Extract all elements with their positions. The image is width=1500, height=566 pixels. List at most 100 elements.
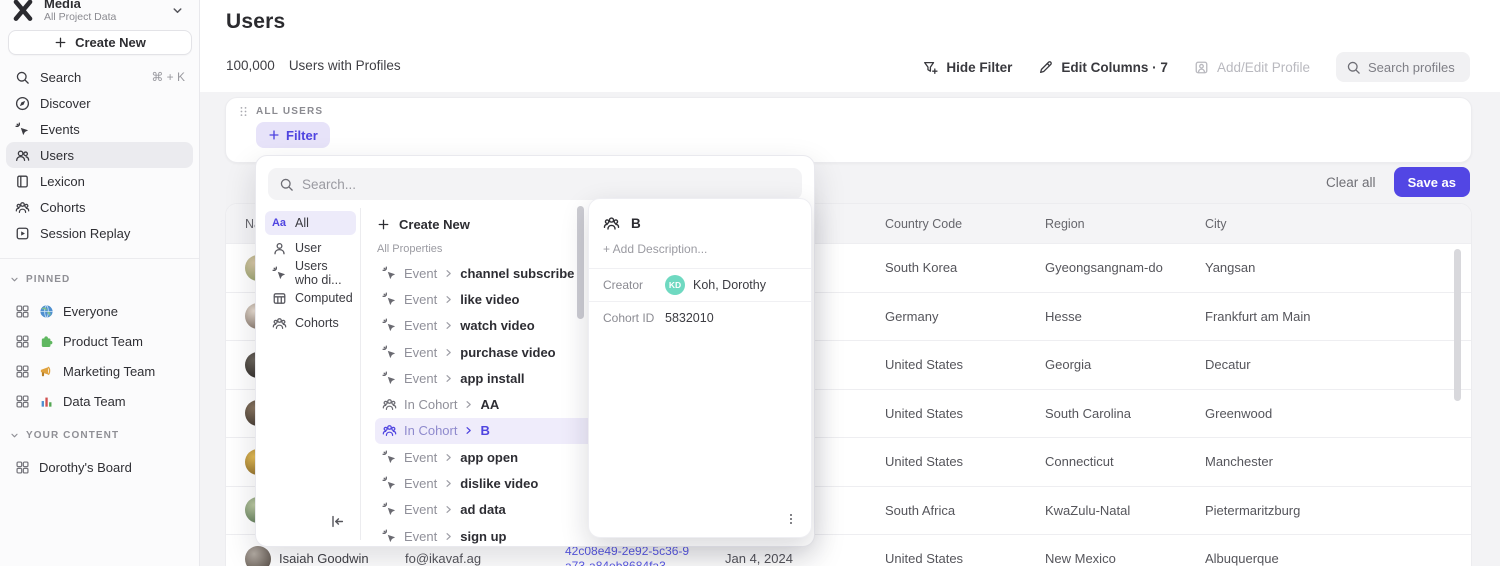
cohort-flyout-header: B: [589, 199, 811, 240]
column-header[interactable]: Country Code: [885, 217, 1045, 231]
globe-icon: [39, 304, 54, 319]
drag-handle-icon[interactable]: [237, 105, 250, 118]
project-info: Media All Project Data: [44, 0, 116, 23]
profiles-count-label: Users with Profiles: [289, 58, 401, 73]
edit-columns-button[interactable]: Edit Columns · 7: [1038, 60, 1168, 75]
sidebar-item-label: Session Replay: [40, 226, 130, 241]
cohort-title: B: [631, 216, 641, 231]
board-icon: [14, 364, 30, 379]
popup-search-box[interactable]: [268, 168, 802, 200]
popup-item-name: channel subscribe: [460, 266, 574, 281]
add-description-button[interactable]: + Add Description...: [589, 240, 811, 268]
more-options-icon[interactable]: [781, 509, 801, 529]
search-profiles-input[interactable]: [1368, 60, 1458, 75]
your-content-board-dorothy-s-board[interactable]: Dorothy's Board: [6, 452, 193, 482]
collapse-panel-icon[interactable]: [330, 514, 345, 529]
user-country: United States: [885, 406, 1045, 421]
profiles-count-row: 100,000 Users with Profiles: [226, 58, 401, 73]
chevron-right-icon: [464, 426, 473, 435]
sidebar-item-discover[interactable]: Discover: [6, 90, 193, 116]
chevron-right-icon: [444, 295, 453, 304]
cohort-icon: [382, 423, 397, 438]
popup-category-label: User: [295, 241, 321, 255]
keyboard-shortcut: ⌘ + K: [151, 70, 185, 84]
chevron-right-icon: [444, 479, 453, 488]
creator-avatar: KD: [665, 275, 685, 295]
pinned-board-label: Data Team: [63, 394, 126, 409]
chevron-down-icon: [10, 431, 19, 440]
pinned-board-everyone[interactable]: Everyone: [6, 296, 193, 326]
sidebar: Media All Project Data Create New Search…: [0, 0, 200, 566]
popup-category-users-who-di[interactable]: Users who di...: [265, 261, 356, 285]
pinned-board-product-team[interactable]: Product Team: [6, 326, 193, 356]
compass-icon: [14, 96, 30, 111]
popup-item-prefix: In Cohort: [404, 423, 457, 438]
sidebar-item-users[interactable]: Users: [6, 142, 193, 168]
user-city: Greenwood: [1205, 406, 1471, 421]
add-edit-profile-button[interactable]: Add/Edit Profile: [1194, 60, 1310, 75]
pinned-board-marketing-team[interactable]: Marketing Team: [6, 356, 193, 386]
pinned-section-label: PINNED: [26, 274, 70, 285]
popup-category-cohorts[interactable]: Cohorts: [265, 311, 356, 335]
board-icon: [14, 304, 30, 319]
board-icon: [14, 394, 30, 409]
replay-icon: [14, 226, 30, 241]
user-country: South Korea: [885, 260, 1045, 275]
popup-item-name: AA: [480, 397, 499, 412]
creator-name: Koh, Dorothy: [693, 278, 766, 292]
popup-scrollbar[interactable]: [577, 206, 584, 319]
project-switcher[interactable]: Media All Project Data: [6, 0, 193, 28]
header-actions: Hide Filter Edit Columns · 7 Add/Edit Pr…: [923, 52, 1470, 82]
search-icon: [279, 177, 294, 192]
column-header[interactable]: Region: [1045, 217, 1205, 231]
hide-filter-button[interactable]: Hide Filter: [923, 60, 1012, 75]
add-filter-button[interactable]: Filter: [256, 122, 330, 148]
popup-category-label: Computed: [295, 291, 353, 305]
chevron-right-icon: [444, 269, 453, 278]
user-region: South Carolina: [1045, 406, 1205, 421]
popup-search-input[interactable]: [302, 177, 791, 192]
add-edit-profile-label: Add/Edit Profile: [1217, 60, 1310, 75]
create-new-button[interactable]: Create New: [8, 30, 192, 55]
event-icon: [382, 371, 397, 386]
user-date: Jan 4, 2024: [725, 551, 885, 566]
chevron-down-icon: [10, 275, 19, 284]
cohort-icon: [271, 316, 287, 331]
sidebar-divider: [0, 258, 199, 259]
column-header[interactable]: City: [1205, 217, 1471, 231]
popup-category-list: AaAll User Users who di... Computed Cohorts: [256, 208, 361, 540]
sidebar-item-lexicon[interactable]: Lexicon: [6, 168, 193, 194]
sidebar-item-cohorts[interactable]: Cohorts: [6, 194, 193, 220]
sidebar-item-events[interactable]: Events: [6, 116, 193, 142]
popup-item-name: app install: [460, 371, 524, 386]
sidebar-item-label: Lexicon: [40, 174, 85, 189]
sidebar-item-session-replay[interactable]: Session Replay: [6, 220, 193, 246]
bar-chart-icon: [39, 394, 54, 409]
user-email: fo@ikavaf.ag: [405, 551, 565, 566]
plus-icon: [268, 129, 280, 141]
sidebar-item-search[interactable]: Search⌘ + K: [6, 64, 193, 90]
user-region: New Mexico: [1045, 551, 1205, 566]
person-square-icon: [1194, 60, 1209, 75]
popup-item-prefix: Event: [404, 529, 437, 544]
your-content-section-header[interactable]: YOUR CONTENT: [10, 430, 119, 441]
pinned-board-data-team[interactable]: Data Team: [6, 386, 193, 416]
popup-item-name: like video: [460, 292, 519, 307]
event-icon: [382, 266, 397, 281]
popup-category-computed[interactable]: Computed: [265, 286, 356, 310]
user-name: Isaiah Goodwin: [279, 551, 369, 566]
popup-category-all[interactable]: AaAll: [265, 211, 356, 235]
user-region: Gyeongsangnam-do: [1045, 260, 1205, 275]
table-scrollbar[interactable]: [1454, 249, 1461, 401]
popup-category-user[interactable]: User: [265, 236, 356, 260]
clear-all-button[interactable]: Clear all: [1326, 175, 1376, 190]
user-country: United States: [885, 357, 1045, 372]
user-region: Georgia: [1045, 357, 1205, 372]
search-profiles-box[interactable]: [1336, 52, 1470, 82]
user-country: United States: [885, 551, 1045, 566]
popup-item-prefix: Event: [404, 266, 437, 281]
puzzle-piece-icon: [39, 334, 54, 349]
save-as-button[interactable]: Save as: [1394, 167, 1470, 197]
pinned-section-header[interactable]: PINNED: [10, 274, 70, 285]
event-icon: [382, 476, 397, 491]
